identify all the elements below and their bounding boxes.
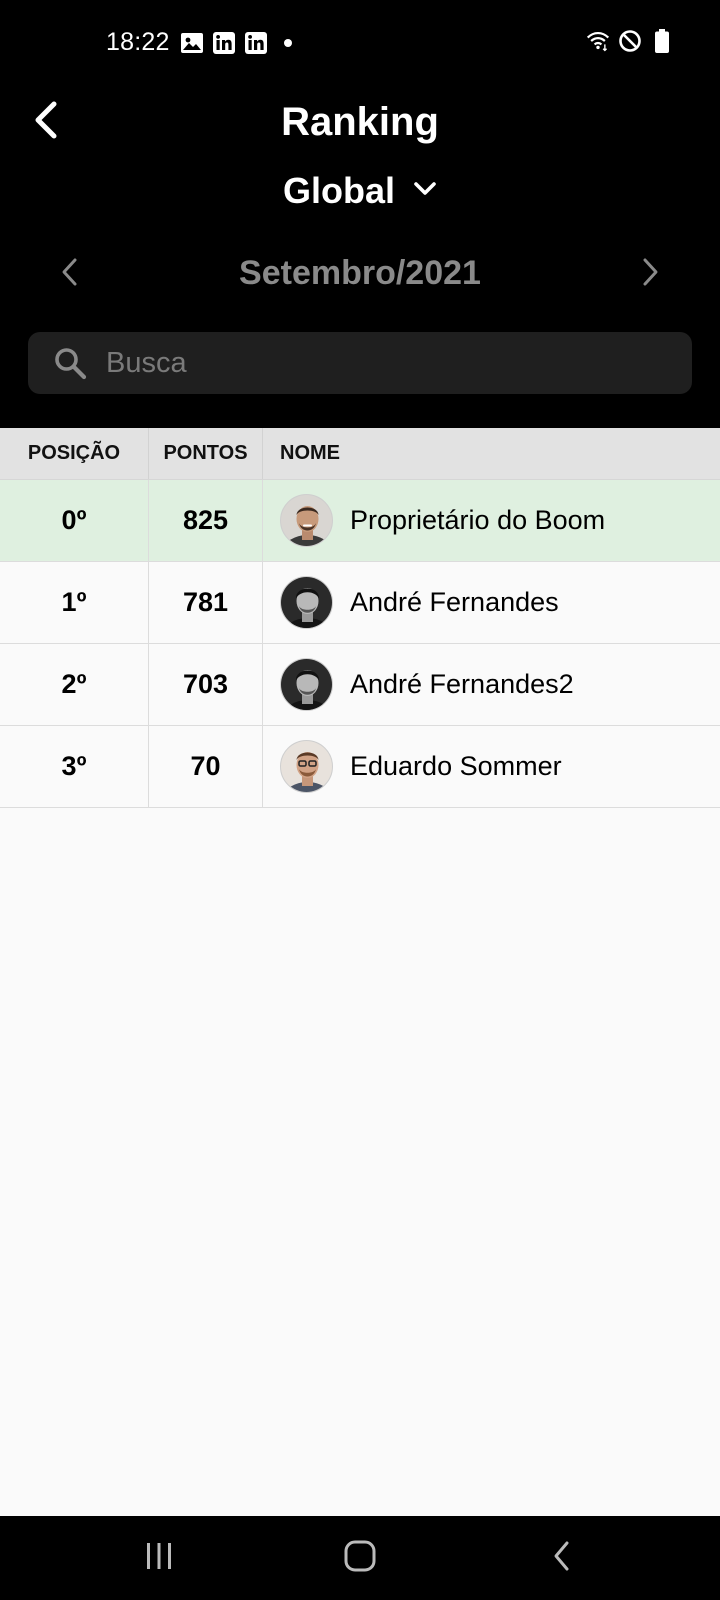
table-row[interactable]: 1º 781 André Fernandes (0, 562, 720, 644)
search-box (28, 332, 692, 394)
wifi-icon (586, 29, 610, 53)
home-button[interactable] (325, 1530, 395, 1586)
next-month-button[interactable] (626, 250, 674, 298)
column-header-points: PONTOS (149, 428, 263, 479)
avatar (280, 658, 333, 711)
table-header: POSIÇÃO PONTOS NOME (0, 428, 720, 480)
month-navigator: Setembro/2021 (0, 246, 720, 302)
recent-apps-icon (144, 1541, 174, 1576)
row-points: 825 (149, 480, 263, 561)
player-name: André Fernandes2 (350, 669, 574, 699)
avatar (280, 576, 333, 629)
player-name: Proprietário do Boom (350, 505, 606, 535)
row-position: 1º (0, 562, 149, 643)
scope-label: Global (282, 170, 395, 211)
row-position: 2º (0, 644, 149, 725)
status-time: 18:22 (106, 28, 170, 56)
status-bar: 18:22 (0, 0, 720, 88)
linkedin-icon (212, 31, 236, 55)
row-points: 703 (149, 644, 263, 725)
recent-apps-button[interactable] (124, 1530, 194, 1586)
search-input[interactable] (106, 332, 692, 394)
column-header-name: NOME (280, 442, 340, 464)
linkedin-icon (244, 31, 268, 55)
month-label: Setembro/2021 (239, 254, 481, 292)
chevron-right-icon (640, 256, 660, 293)
system-navigation-bar (0, 1516, 720, 1600)
row-name-cell: André Fernandes (263, 562, 720, 643)
search-icon (52, 345, 88, 381)
player-name: Eduardo Sommer (350, 751, 562, 781)
row-points: 70 (149, 726, 263, 807)
ranking-table: POSIÇÃO PONTOS NOME 0º 825 Proprietário … (0, 428, 720, 808)
scope-dropdown[interactable]: Global (0, 170, 720, 212)
table-row[interactable]: 3º 70 Eduardo Sommer (0, 726, 720, 808)
chevron-left-icon (552, 1540, 572, 1577)
row-name-cell: Eduardo Sommer (263, 726, 720, 807)
ranking-header: Ranking Global Setembro/2021 (0, 88, 720, 428)
table-row[interactable]: 0º 825 Proprietário do Boom (0, 480, 720, 562)
image-icon (180, 31, 204, 55)
page-title: Ranking (281, 100, 439, 144)
system-back-button[interactable] (527, 1530, 597, 1586)
row-name-cell: André Fernandes2 (263, 644, 720, 725)
notification-icons (180, 31, 300, 55)
row-name-cell: Proprietário do Boom (263, 480, 720, 561)
ranking-screen: 18:22 Ranking Global Setembro/2021 Busca… (0, 0, 720, 1600)
do-not-disturb-icon (618, 29, 642, 53)
row-position: 0º (0, 480, 149, 561)
avatar (280, 740, 333, 793)
chevron-down-icon (413, 181, 437, 202)
system-icons (586, 29, 674, 53)
row-position: 3º (0, 726, 149, 807)
row-points: 781 (149, 562, 263, 643)
dot-icon (276, 31, 300, 55)
avatar (280, 494, 333, 547)
home-icon (343, 1539, 377, 1578)
table-row[interactable]: 2º 703 André Fernandes2 (0, 644, 720, 726)
player-name: André Fernandes (350, 587, 559, 617)
column-header-position: POSIÇÃO (0, 428, 149, 479)
battery-icon (650, 29, 674, 53)
